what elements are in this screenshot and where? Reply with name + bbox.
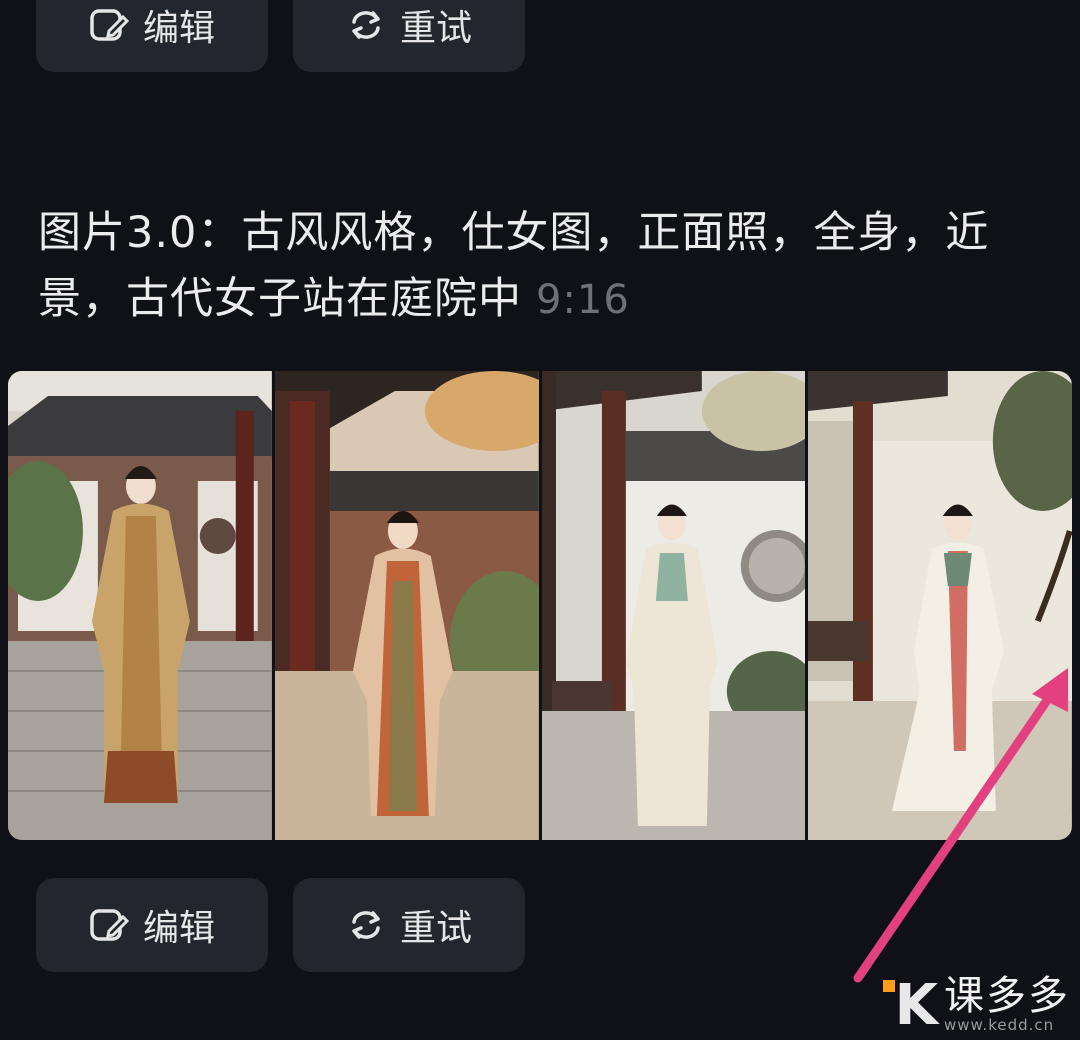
watermark: K 课多多 www.kedd.cn: [882, 973, 1070, 1034]
edit-icon: [90, 9, 129, 41]
retry-button[interactable]: 重试: [293, 878, 525, 972]
edit-label: 编辑: [142, 8, 215, 49]
retry-label: 重试: [399, 8, 472, 49]
generated-image[interactable]: [808, 371, 1072, 840]
watermark-name: 课多多: [944, 973, 1070, 1019]
prompt-message: 图片3.0：古风风格，仕女图，正面照，全身，近景，古代女子站在庭院中 9:16: [38, 200, 1048, 333]
watermark-logo: K: [882, 978, 938, 1034]
generated-image[interactable]: [274, 371, 539, 840]
image-gallery: [8, 371, 1072, 840]
retry-button[interactable]: 重试: [293, 0, 525, 72]
edit-button[interactable]: 编辑: [36, 0, 268, 72]
edit-icon: [90, 909, 129, 941]
generated-image[interactable]: [541, 371, 806, 840]
generated-image[interactable]: [8, 371, 272, 840]
edit-label: 编辑: [142, 908, 215, 949]
retry-icon: [352, 11, 380, 39]
aspect-ratio: 9:16: [536, 277, 630, 323]
retry-icon: [352, 911, 380, 939]
prompt-text: 图片3.0：古风风格，仕女图，正面照，全身，近景，古代女子站在庭院中: [38, 208, 990, 324]
retry-label: 重试: [399, 908, 472, 949]
watermark-url: www.kedd.cn: [944, 1016, 1055, 1034]
edit-button[interactable]: 编辑: [36, 878, 268, 972]
